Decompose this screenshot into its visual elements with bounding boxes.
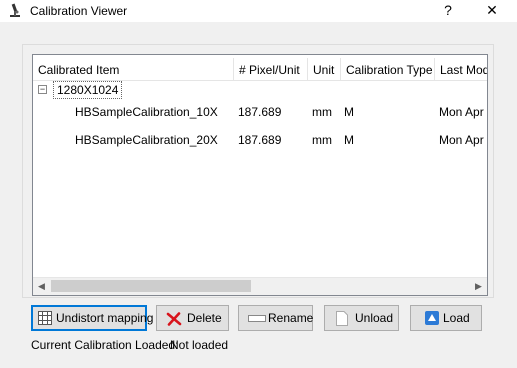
table-row[interactable]: HBSampleCalibration_10X 187.689 mm M Mon…	[33, 103, 487, 121]
calibrated-item: HBSampleCalibration_10X	[75, 105, 218, 119]
delete-label: Delete	[187, 311, 222, 325]
blue-triangle-icon	[425, 311, 439, 325]
current-calibration-label: Current Calibration Loaded:	[31, 338, 179, 352]
horizontal-scrollbar[interactable]: ◀ ▶	[33, 277, 487, 295]
microscope-icon	[10, 3, 20, 17]
last-modified: Mon Apr	[439, 133, 484, 147]
help-button[interactable]: ?	[428, 0, 468, 22]
title-bar: Calibration Viewer ? ✕	[0, 0, 517, 22]
rename-button[interactable]: Rename	[238, 305, 313, 331]
calibration-type: M	[344, 133, 354, 147]
close-button[interactable]: ✕	[472, 0, 512, 22]
column-header-last-mod[interactable]: Last Mod	[435, 58, 487, 80]
rename-label: Rename	[268, 311, 314, 325]
undistort-mapping-label: Undistort mapping	[56, 311, 154, 325]
last-modified: Mon Apr	[439, 105, 484, 119]
window-title: Calibration Viewer	[30, 4, 128, 18]
column-header-calibrated-item[interactable]: Calibrated Item	[33, 58, 234, 80]
scrollbar-thumb[interactable]	[51, 280, 251, 292]
unit: mm	[312, 133, 332, 147]
tree-root-row[interactable]: − 1280X1024	[33, 81, 487, 99]
blank-page-icon	[336, 311, 348, 326]
unload-label: Unload	[355, 311, 394, 325]
column-header: Calibrated Item # Pixel/Unit Unit Calibr…	[33, 58, 487, 81]
scroll-left-icon[interactable]: ◀	[33, 278, 50, 295]
unit: mm	[312, 105, 332, 119]
undistort-mapping-button[interactable]: Undistort mapping	[31, 305, 153, 331]
calibrated-item: HBSampleCalibration_20X	[75, 133, 218, 147]
table-row[interactable]: HBSampleCalibration_20X 187.689 mm M Mon…	[33, 131, 487, 149]
column-header-unit[interactable]: Unit	[308, 58, 341, 80]
collapse-icon[interactable]: −	[38, 85, 47, 94]
column-header-calibration-type[interactable]: Calibration Type	[341, 58, 435, 80]
grid-icon	[38, 311, 52, 325]
load-label: Load	[443, 311, 470, 325]
calibration-type: M	[344, 105, 354, 119]
red-x-icon	[166, 312, 182, 326]
current-calibration-value: Not loaded	[170, 338, 229, 352]
calibration-tree-list[interactable]: Calibrated Item # Pixel/Unit Unit Calibr…	[32, 54, 488, 296]
pixel-per-unit: 187.689	[238, 133, 282, 147]
load-button[interactable]: Load	[410, 305, 482, 331]
delete-button[interactable]: Delete	[156, 305, 229, 331]
rename-field-icon	[248, 315, 266, 322]
pixel-per-unit: 187.689	[238, 105, 282, 119]
column-header-pixel-per-unit[interactable]: # Pixel/Unit	[234, 58, 308, 80]
unload-button[interactable]: Unload	[324, 305, 399, 331]
tree-root-label[interactable]: 1280X1024	[53, 81, 123, 99]
scroll-right-icon[interactable]: ▶	[470, 278, 487, 295]
